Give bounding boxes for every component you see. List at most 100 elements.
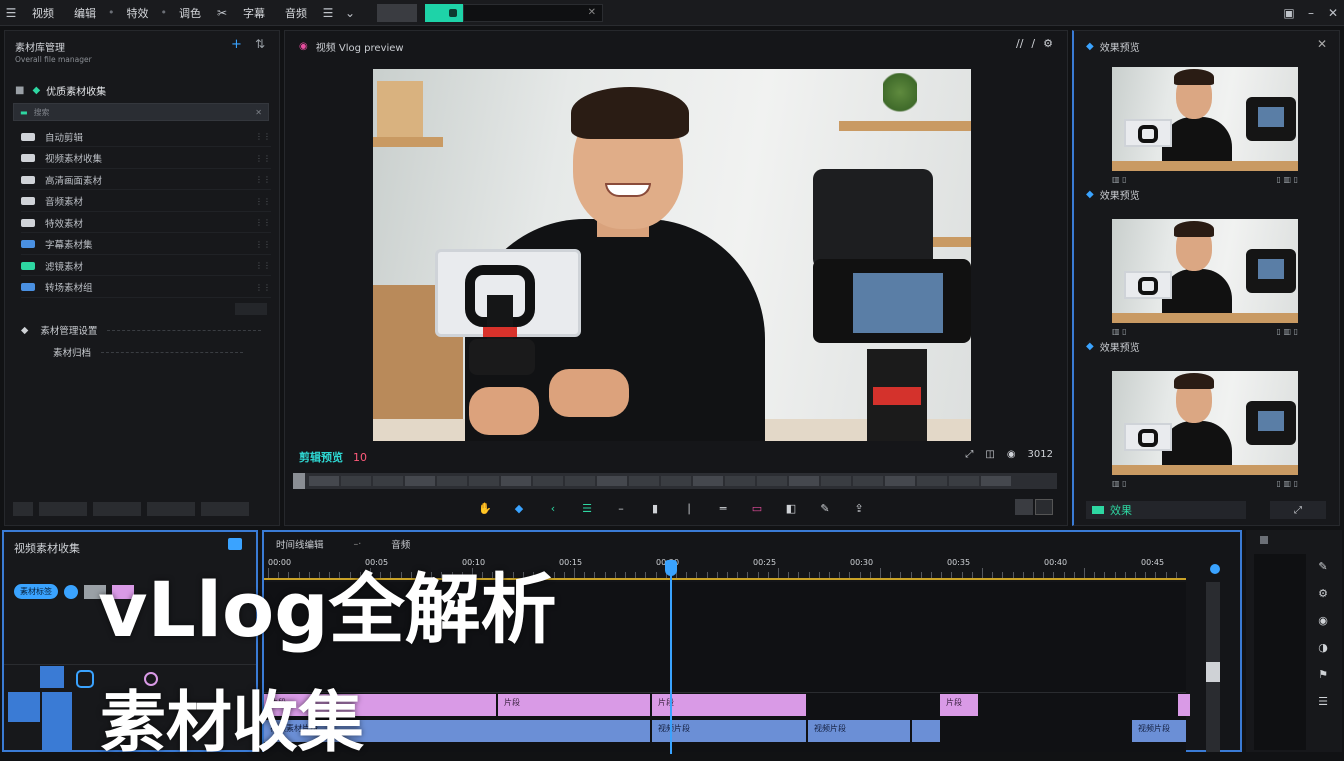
- close-icon[interactable]: ✕: [1317, 37, 1327, 51]
- clear-icon[interactable]: ✕: [255, 108, 262, 117]
- color-swatch[interactable]: [377, 3, 417, 22]
- scrub-handle[interactable]: [293, 473, 305, 489]
- align-icon[interactable]: ═: [713, 499, 733, 517]
- more-icon[interactable]: ⋮⋮: [245, 218, 271, 227]
- folder-item[interactable]: 转场素材组 ⋮⋮: [21, 278, 271, 298]
- folder-item[interactable]: 视频素材收集 ⋮⋮: [21, 149, 271, 169]
- back-icon[interactable]: ‹: [543, 499, 563, 517]
- layout-icon[interactable]: ▣: [1278, 4, 1300, 22]
- flag-icon[interactable]: ⚑: [1318, 668, 1328, 681]
- list-icon[interactable]: ☰: [577, 499, 597, 517]
- timeline-clip[interactable]: 片段: [652, 694, 806, 716]
- timeline-clip[interactable]: 视频片段: [808, 720, 910, 742]
- menu-item-5[interactable]: 音频: [275, 5, 317, 21]
- playhead-handle[interactable]: [665, 560, 677, 576]
- more-icon[interactable]: ⋮⋮: [245, 197, 271, 206]
- split-icon[interactable]: ∣: [679, 499, 699, 517]
- toolbar-button[interactable]: [147, 502, 195, 516]
- more-icon[interactable]: ⋮⋮: [245, 261, 271, 270]
- ruler-tick: [951, 572, 953, 578]
- playhead[interactable]: [670, 560, 672, 754]
- menu-item-4[interactable]: 字幕: [233, 5, 275, 21]
- chevron-down-icon[interactable]: ⌄: [339, 4, 361, 22]
- effect-button[interactable]: 效果: [1086, 501, 1246, 519]
- timeline-scrollbar[interactable]: [1206, 582, 1220, 752]
- more-icon[interactable]: ⋮⋮: [245, 283, 271, 292]
- search-input[interactable]: ▬ 搜索 ✕: [13, 103, 269, 121]
- folder-item[interactable]: 特效素材 ⋮⋮: [21, 213, 271, 233]
- toolbar-button[interactable]: [39, 502, 87, 516]
- pen-icon[interactable]: ∕∕: [1016, 37, 1023, 50]
- folder-item[interactable]: 音频素材 ⋮⋮: [21, 192, 271, 212]
- toolbar-button[interactable]: [93, 502, 141, 516]
- minus-icon[interactable]: –: [611, 499, 631, 517]
- record-icon[interactable]: ▭: [747, 499, 767, 517]
- menu-item-3[interactable]: 调色: [169, 5, 211, 21]
- timeline-clip[interactable]: 视频片段: [652, 720, 806, 742]
- menu-item-1[interactable]: 编辑: [64, 5, 106, 21]
- list-icon[interactable]: ☰: [317, 4, 339, 22]
- timeline-clip[interactable]: 片段: [940, 694, 978, 716]
- minimize-icon[interactable]: –: [1300, 4, 1322, 22]
- snapshot-icon[interactable]: ◫: [985, 449, 994, 460]
- slash-icon[interactable]: ∕: [1031, 37, 1035, 50]
- adjust-icon[interactable]: ⚙: [1318, 587, 1328, 600]
- settings-icon[interactable]: ⚙: [1043, 37, 1053, 50]
- select-icon[interactable]: ◆: [509, 499, 529, 517]
- lock-icon[interactable]: ◉: [1318, 614, 1328, 627]
- tab-timeline[interactable]: 时间线编辑: [276, 537, 324, 551]
- more-icon[interactable]: ⋮⋮: [245, 154, 271, 163]
- grid-view-icon[interactable]: [13, 502, 33, 516]
- menu-icon[interactable]: ☰: [1318, 695, 1328, 708]
- info-icon[interactable]: [64, 584, 78, 599]
- asset-block[interactable]: [42, 692, 72, 752]
- brush-icon[interactable]: ✎: [815, 499, 835, 517]
- zoom-icon[interactable]: [1210, 564, 1220, 574]
- pen-icon[interactable]: ✎: [1318, 560, 1327, 573]
- menu-icon[interactable]: ☰: [0, 4, 22, 22]
- copy-icon[interactable]: ◧: [781, 499, 801, 517]
- more-icon[interactable]: ⋮⋮: [245, 132, 271, 141]
- eye-icon[interactable]: ◑: [1318, 641, 1328, 654]
- sort-icon[interactable]: ⇅: [255, 37, 265, 51]
- toggle-switch[interactable]: [425, 3, 463, 22]
- scroll-thumb[interactable]: [1206, 662, 1220, 682]
- folder-item[interactable]: 字幕素材集 ⋮⋮: [21, 235, 271, 255]
- tab-audio[interactable]: 音频: [391, 537, 410, 551]
- effect-more-button[interactable]: ⤢: [1270, 501, 1326, 519]
- asset-block[interactable]: [8, 692, 40, 722]
- timeline-clip[interactable]: [1178, 694, 1190, 716]
- menu-item-0[interactable]: 视频: [22, 5, 64, 21]
- more-icon[interactable]: ⋮⋮: [245, 240, 271, 249]
- expand-icon[interactable]: [228, 538, 242, 550]
- share-icon[interactable]: ⇪: [849, 499, 869, 517]
- toolbar-button[interactable]: [201, 502, 249, 516]
- audio-icon[interactable]: ◉: [1007, 449, 1016, 460]
- cut-icon[interactable]: ✂: [211, 4, 233, 22]
- tag-chip[interactable]: 素材标签: [14, 584, 58, 599]
- folder-item[interactable]: 自动剪辑 ⋮⋮: [21, 127, 271, 147]
- fullscreen-icon[interactable]: ⤢: [965, 449, 973, 460]
- folder-item[interactable]: 滤镜素材 ⋮⋮: [21, 256, 271, 276]
- hand-icon[interactable]: ✋: [475, 499, 495, 517]
- asset-block[interactable]: [40, 666, 64, 688]
- settings-row[interactable]: ◆ 素材管理设置: [21, 323, 261, 337]
- more-icon[interactable]: ⋮⋮: [245, 175, 271, 184]
- close-icon[interactable]: ✕: [1322, 4, 1344, 22]
- marker-icon[interactable]: ▮: [645, 499, 665, 517]
- timeline-clip[interactable]: 视频片段: [1132, 720, 1186, 742]
- effect-thumbnail[interactable]: [1112, 67, 1298, 171]
- scrub-bar[interactable]: [293, 473, 1057, 489]
- effect-thumbnail[interactable]: [1112, 371, 1298, 475]
- view-split-button[interactable]: [1035, 499, 1053, 515]
- video-preview-frame[interactable]: [373, 69, 971, 441]
- timeline-clip[interactable]: [912, 720, 940, 742]
- menu-item-2[interactable]: 特效: [117, 5, 159, 21]
- add-icon[interactable]: +: [231, 37, 242, 52]
- archive-row[interactable]: 素材归档: [53, 345, 243, 359]
- timeline-clip[interactable]: 片段: [498, 694, 650, 716]
- effect-thumbnail[interactable]: [1112, 219, 1298, 323]
- folder-item[interactable]: 高清画面素材 ⋮⋮: [21, 170, 271, 190]
- view-single-button[interactable]: [1015, 499, 1033, 515]
- search-box[interactable]: ✕: [463, 3, 603, 22]
